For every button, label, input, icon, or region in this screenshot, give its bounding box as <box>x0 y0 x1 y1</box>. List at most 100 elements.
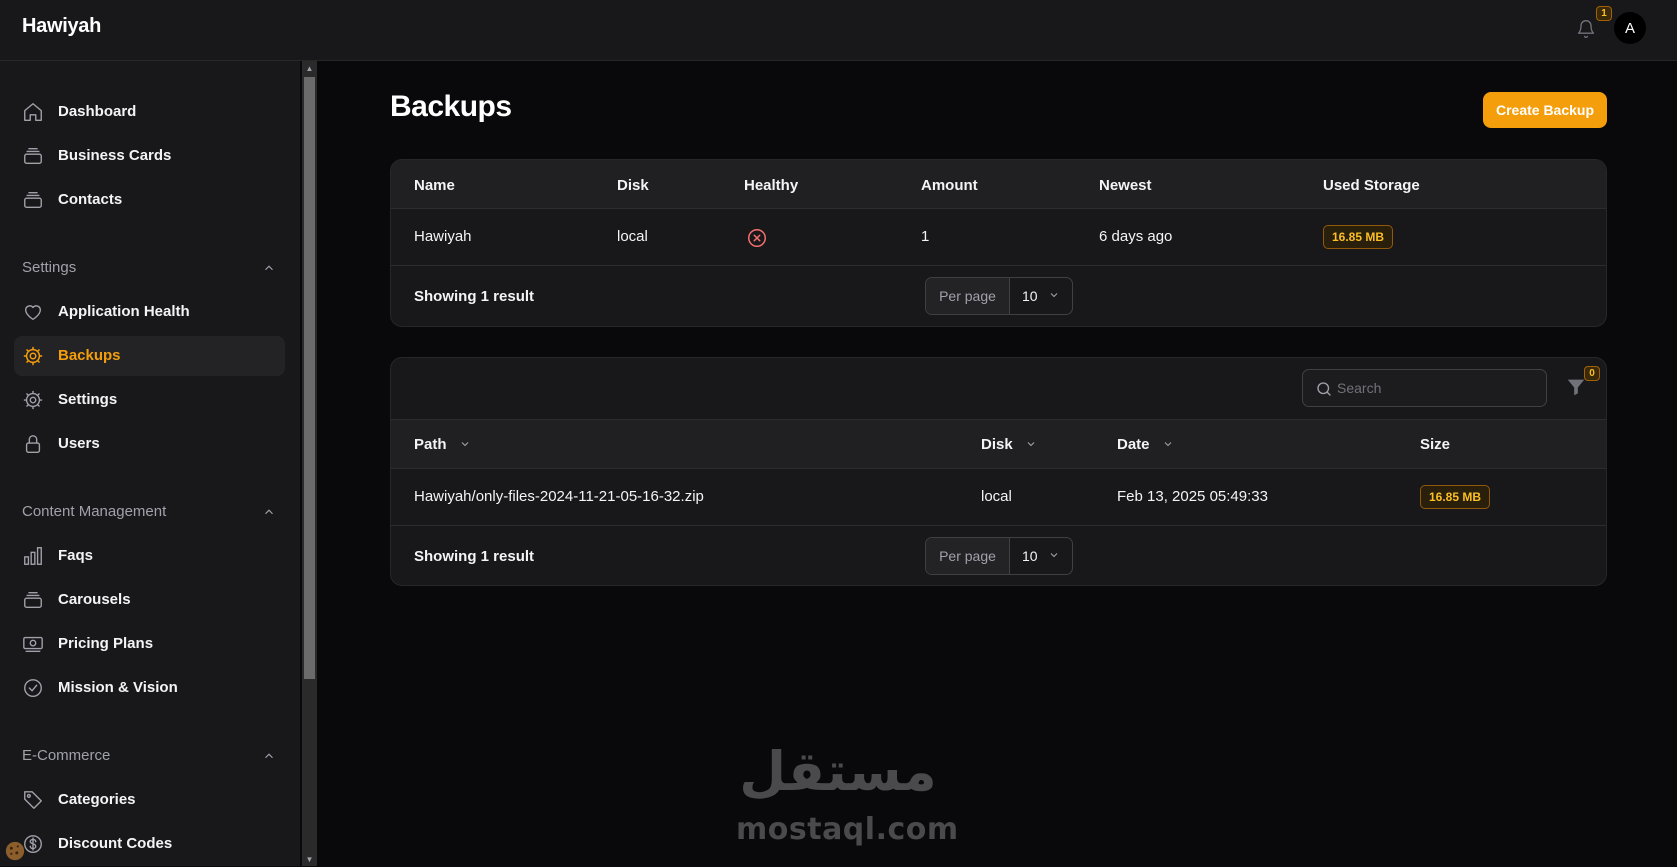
column-header-disk[interactable]: Disk <box>981 436 1037 454</box>
per-page-select[interactable]: 10 <box>1010 278 1072 314</box>
sidebar-item-dashboard[interactable]: Dashboard <box>14 92 285 132</box>
cog-icon <box>22 389 44 411</box>
size-badge: 16.85 MB <box>1420 485 1491 509</box>
table-row: Hawiyah local 1 6 days ago 16.85 MB <box>391 209 1606 266</box>
cog-icon <box>22 345 44 367</box>
user-avatar[interactable]: A <box>1614 12 1646 44</box>
used-storage-badge: 16.85 MB <box>1323 225 1394 249</box>
page-title: Backups <box>390 90 512 123</box>
column-header-label: Date <box>1117 436 1150 453</box>
sidebar-item-users[interactable]: Users <box>14 424 285 464</box>
sidebar-item-mission-vision[interactable]: Mission & Vision <box>14 668 285 708</box>
notifications-bell-icon[interactable] <box>1573 16 1599 42</box>
search-input[interactable] <box>1337 370 1537 406</box>
per-page-label: Per page <box>926 278 1010 314</box>
check-circle-icon <box>22 677 44 699</box>
filter-count-badge: 0 <box>1584 366 1600 381</box>
sort-chevron-down-icon <box>1162 437 1174 454</box>
cell-name: Hawiyah <box>414 228 472 245</box>
top-bar: Hawiyah 1 A <box>0 0 1677 61</box>
brand-logo[interactable]: Hawiyah <box>22 15 101 38</box>
results-count: Showing 1 result <box>414 548 535 565</box>
column-header-name: Name <box>414 177 455 194</box>
sidebar-group-e-commerce[interactable]: E-Commerce <box>22 745 276 767</box>
per-page-select[interactable]: 10 <box>1010 538 1072 574</box>
sidebar-item-carousels[interactable]: Carousels <box>14 580 285 620</box>
sidebar-item-label: Mission & Vision <box>58 679 178 696</box>
sort-chevron-down-icon <box>459 437 471 454</box>
scroll-up-arrow-icon[interactable]: ▲ <box>302 61 317 75</box>
column-header-label: Disk <box>981 436 1013 453</box>
sidebar-item-categories[interactable]: Categories <box>14 780 285 820</box>
notification-count-badge: 1 <box>1596 6 1612 21</box>
sidebar-item-business-cards[interactable]: Business Cards <box>14 136 285 176</box>
cell-disk: local <box>617 228 648 245</box>
sidebar-group-label: E-Commerce <box>22 747 111 764</box>
sidebar-item-contacts[interactable]: Contacts <box>14 180 285 220</box>
cell-path: Hawiyah/only-files-2024-11-21-05-16-32.z… <box>414 488 704 505</box>
sidebar-item-label: Users <box>58 435 100 452</box>
heart-icon <box>22 301 44 323</box>
table-toolbar: 0 <box>391 358 1606 419</box>
chevron-down-icon <box>1048 288 1060 304</box>
sidebar-item-pricing-plans[interactable]: Pricing Plans <box>14 624 285 664</box>
sidebar-item-faqs[interactable]: Faqs <box>14 536 285 576</box>
results-count: Showing 1 result <box>414 288 535 305</box>
sidebar-group-settings[interactable]: Settings <box>22 257 276 279</box>
watermark-latin: mostaql.com <box>736 812 959 847</box>
per-page-value: 10 <box>1022 288 1038 304</box>
backup-destinations-table: Name Disk Healthy Amount Newest Used Sto… <box>390 159 1607 327</box>
search-icon <box>1315 380 1333 403</box>
sidebar-group-label: Settings <box>22 259 77 276</box>
sidebar-item-settings[interactable]: Settings <box>14 380 285 420</box>
sidebar-group-content-management[interactable]: Content Management <box>22 501 276 523</box>
cell-newest: 6 days ago <box>1099 228 1173 245</box>
column-header-label: Path <box>414 436 447 453</box>
sidebar-item-label: Settings <box>58 391 118 408</box>
stack-icon <box>22 189 44 211</box>
sidebar-item-label: Application Health <box>58 303 190 320</box>
sidebar-item-label: Dashboard <box>58 103 137 120</box>
tag-icon <box>22 789 44 811</box>
sidebar-item-discount-codes[interactable]: Discount Codes <box>14 824 285 864</box>
sidebar-item-application-health[interactable]: Application Health <box>14 292 285 332</box>
scrollbar-thumb[interactable] <box>304 77 315 679</box>
column-header-path[interactable]: Path <box>414 436 471 454</box>
sidebar-item-label: Backups <box>58 347 121 364</box>
per-page-control: Per page 10 <box>925 277 1073 315</box>
sort-chevron-down-icon <box>1025 437 1037 454</box>
table-header-row: Name Disk Healthy Amount Newest Used Sto… <box>391 160 1606 209</box>
per-page-value: 10 <box>1022 548 1038 564</box>
column-header-disk: Disk <box>617 177 649 194</box>
bar-chart-icon <box>22 545 44 567</box>
cell-amount: 1 <box>921 228 930 245</box>
search-field <box>1302 369 1547 407</box>
chevron-down-icon <box>1048 548 1060 564</box>
sidebar-item-label: Categories <box>58 791 136 808</box>
sidebar-item-label: Faqs <box>58 547 94 564</box>
banknote-icon <box>22 633 44 655</box>
per-page-label: Per page <box>926 538 1010 574</box>
sidebar-scrollbar[interactable]: ▲ ▼ <box>302 61 317 866</box>
per-page-control: Per page 10 <box>925 537 1073 575</box>
sidebar-item-label: Contacts <box>58 191 123 208</box>
table-header-row: Path Disk Date Size <box>391 419 1606 469</box>
column-header-date[interactable]: Date <box>1117 436 1174 454</box>
chevron-up-icon <box>262 261 276 280</box>
cell-disk: local <box>981 488 1012 505</box>
table-row: Hawiyah/only-files-2024-11-21-05-16-32.z… <box>391 469 1606 526</box>
sidebar-item-label: Pricing Plans <box>58 635 154 652</box>
sidebar-item-label: Discount Codes <box>58 835 173 852</box>
home-icon <box>22 101 44 123</box>
sidebar-group-label: Content Management <box>22 503 167 520</box>
scroll-down-arrow-icon[interactable]: ▼ <box>302 852 317 866</box>
column-header-newest: Newest <box>1099 177 1152 194</box>
column-header-size: Size <box>1420 436 1451 453</box>
column-header-amount: Amount <box>921 177 978 194</box>
sidebar-item-backups[interactable]: Backups <box>14 336 285 376</box>
column-header-used-storage: Used Storage <box>1323 177 1420 194</box>
create-backup-button[interactable]: Create Backup <box>1483 92 1607 128</box>
table-footer: Showing 1 result Per page 10 <box>391 266 1606 326</box>
column-header-healthy: Healthy <box>744 177 799 194</box>
cookie-icon[interactable] <box>4 840 26 862</box>
